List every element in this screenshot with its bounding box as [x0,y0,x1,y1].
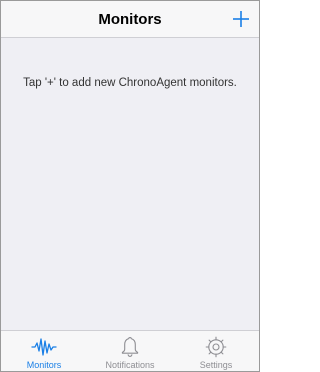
gear-icon [205,336,227,358]
tab-bar: Monitors Notifications Settings [1,330,259,371]
tab-label: Monitors [26,360,62,370]
waveform-icon [31,338,57,356]
tab-label: Notifications [105,360,155,370]
monitors-content: Tap '+' to add new ChronoAgent monitors. [1,38,259,330]
plus-icon [233,11,249,27]
tab-label: Settings [199,360,233,370]
navigation-bar: Monitors [1,1,259,38]
tab-monitors[interactable]: Monitors [1,331,87,371]
bell-icon [121,336,139,357]
add-monitor-button[interactable] [231,9,251,29]
page-title: Monitors [98,11,162,28]
app-screen: Monitors Tap '+' to add new ChronoAgent … [0,0,260,372]
tab-notifications[interactable]: Notifications [87,331,173,371]
empty-state-message: Tap '+' to add new ChronoAgent monitors. [23,77,237,89]
tab-settings[interactable]: Settings [173,331,259,371]
